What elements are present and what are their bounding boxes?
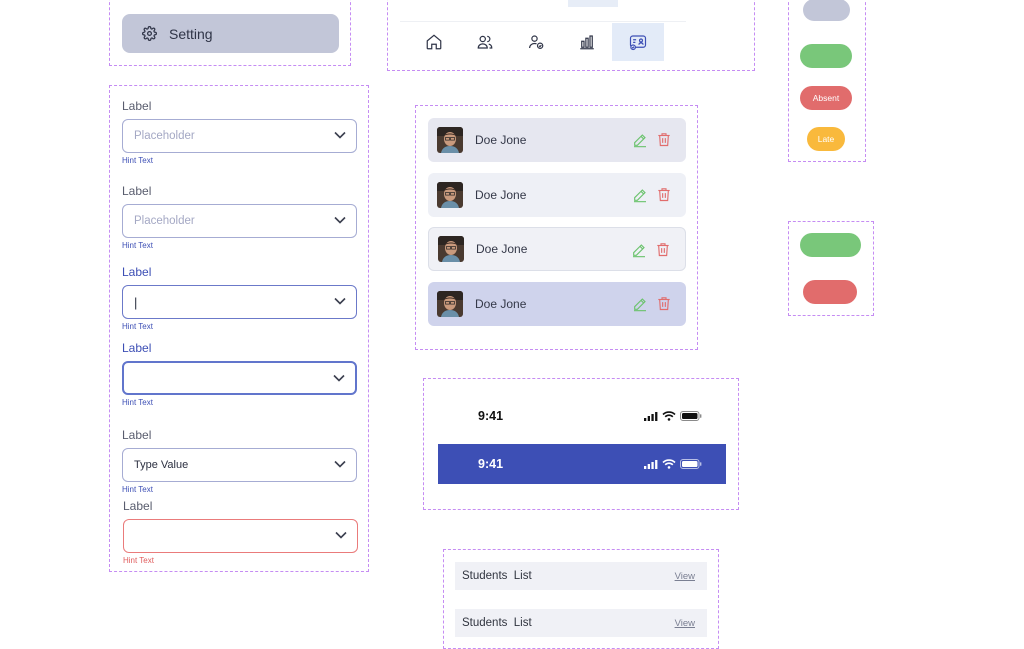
user-check-icon xyxy=(529,35,544,49)
chart-icon xyxy=(580,35,594,50)
students-list-title: Students List xyxy=(462,570,532,582)
field-placeholder: Placeholder xyxy=(134,215,195,227)
field-label: Label xyxy=(122,428,152,442)
nav-user-check[interactable] xyxy=(510,23,562,61)
user-name: Doe Jone xyxy=(475,297,527,311)
user-name: Doe Jone xyxy=(475,188,527,202)
trash-icon[interactable] xyxy=(655,241,671,258)
dropdown-field-typing[interactable]: | xyxy=(122,285,357,319)
field-label: Label xyxy=(123,499,153,513)
trash-icon[interactable] xyxy=(656,295,672,312)
nav-users[interactable] xyxy=(459,23,511,61)
students-list-frame: Students List View Students List View xyxy=(443,549,719,649)
user-name: Doe Jone xyxy=(476,242,528,256)
status-bar-light: 9:41 xyxy=(438,399,726,433)
edit-icon[interactable] xyxy=(632,132,648,148)
nav-id-card[interactable] xyxy=(612,23,664,61)
avatar xyxy=(437,182,463,208)
status-buttons-frame xyxy=(788,221,874,316)
user-name: Doe Jone xyxy=(475,133,527,147)
present-pill xyxy=(800,44,852,68)
view-link[interactable]: View xyxy=(675,618,695,629)
field-label: Label xyxy=(122,99,152,113)
students-list-row: Students List View xyxy=(455,562,707,590)
trash-icon[interactable] xyxy=(656,186,672,203)
absent-button[interactable] xyxy=(803,280,857,304)
badge-frame: Absent Late xyxy=(788,0,866,162)
absent-badge: Absent xyxy=(800,86,852,110)
status-bar-frame: 9:41 9:41 xyxy=(423,378,739,510)
user-list-frame: Doe Jone Doe Jone Doe Jone Doe Jone xyxy=(415,105,698,350)
field-hint: Hint Text xyxy=(122,398,153,407)
present-button[interactable] xyxy=(800,233,861,257)
avatar xyxy=(438,236,464,262)
chevron-down-icon xyxy=(334,460,346,468)
field-label: Label xyxy=(122,184,152,198)
user-row-selected[interactable]: Doe Jone xyxy=(428,282,686,326)
status-time: 9:41 xyxy=(478,457,504,471)
battery-icon xyxy=(680,411,702,421)
dropdown-field-error[interactable] xyxy=(123,519,358,553)
users-icon xyxy=(477,35,493,49)
user-row[interactable]: Doe Jone xyxy=(428,173,686,217)
trash-icon[interactable] xyxy=(656,131,672,148)
edit-icon[interactable] xyxy=(632,296,648,312)
field-hint: Hint Text xyxy=(122,485,153,494)
field-hint: Hint Text xyxy=(122,241,153,250)
chevron-down-icon xyxy=(334,297,346,305)
id-card-icon xyxy=(629,35,647,51)
nav-reports[interactable] xyxy=(561,23,613,61)
field-label: Label xyxy=(122,341,152,355)
home-icon xyxy=(426,34,442,50)
signal-icon xyxy=(644,459,658,469)
field-hint: Hint Text xyxy=(122,322,153,331)
form-fields-frame: Label Placeholder Hint Text Label Placeh… xyxy=(109,85,369,572)
chevron-down-icon xyxy=(334,131,346,139)
user-row[interactable]: Doe Jone xyxy=(428,118,686,162)
setting-frame: Setting xyxy=(109,0,351,66)
students-list-row: Students List View xyxy=(455,609,707,637)
setting-label: Setting xyxy=(169,25,213,42)
field-placeholder: Placeholder xyxy=(134,130,195,142)
gear-icon xyxy=(142,26,157,41)
field-hint: Hint Text xyxy=(122,156,153,165)
dropdown-field-hover[interactable]: Placeholder xyxy=(122,204,357,238)
view-link[interactable]: View xyxy=(675,571,695,582)
status-bar-dark: 9:41 xyxy=(438,444,726,484)
nav-home[interactable] xyxy=(408,23,460,61)
students-list-title: Students List xyxy=(462,617,532,629)
dropdown-field-filled[interactable]: Type Value xyxy=(122,448,357,482)
chevron-down-icon xyxy=(335,531,347,539)
dropdown-field-default[interactable]: Placeholder xyxy=(122,119,357,153)
user-row[interactable]: Doe Jone xyxy=(428,227,686,271)
status-time: 9:41 xyxy=(478,409,504,423)
neutral-pill xyxy=(803,0,850,21)
edit-icon[interactable] xyxy=(631,242,647,258)
bottom-nav-frame xyxy=(387,0,755,71)
late-badge: Late xyxy=(807,127,845,151)
avatar xyxy=(437,291,463,317)
wifi-icon xyxy=(662,411,676,421)
battery-icon xyxy=(680,459,702,469)
edit-icon[interactable] xyxy=(632,187,648,203)
chevron-down-icon xyxy=(334,216,346,224)
wifi-icon xyxy=(662,459,676,469)
field-hint-error: Hint Text xyxy=(123,556,154,565)
chevron-down-icon xyxy=(333,374,345,382)
dropdown-field-focused[interactable] xyxy=(122,361,357,395)
field-value: Type Value xyxy=(134,459,189,471)
field-label: Label xyxy=(122,265,152,279)
nav-indicator xyxy=(568,0,618,7)
setting-button[interactable]: Setting xyxy=(122,14,339,53)
text-cursor: | xyxy=(134,294,138,310)
avatar xyxy=(437,127,463,153)
bottom-nav xyxy=(400,21,686,62)
signal-icon xyxy=(644,411,658,421)
